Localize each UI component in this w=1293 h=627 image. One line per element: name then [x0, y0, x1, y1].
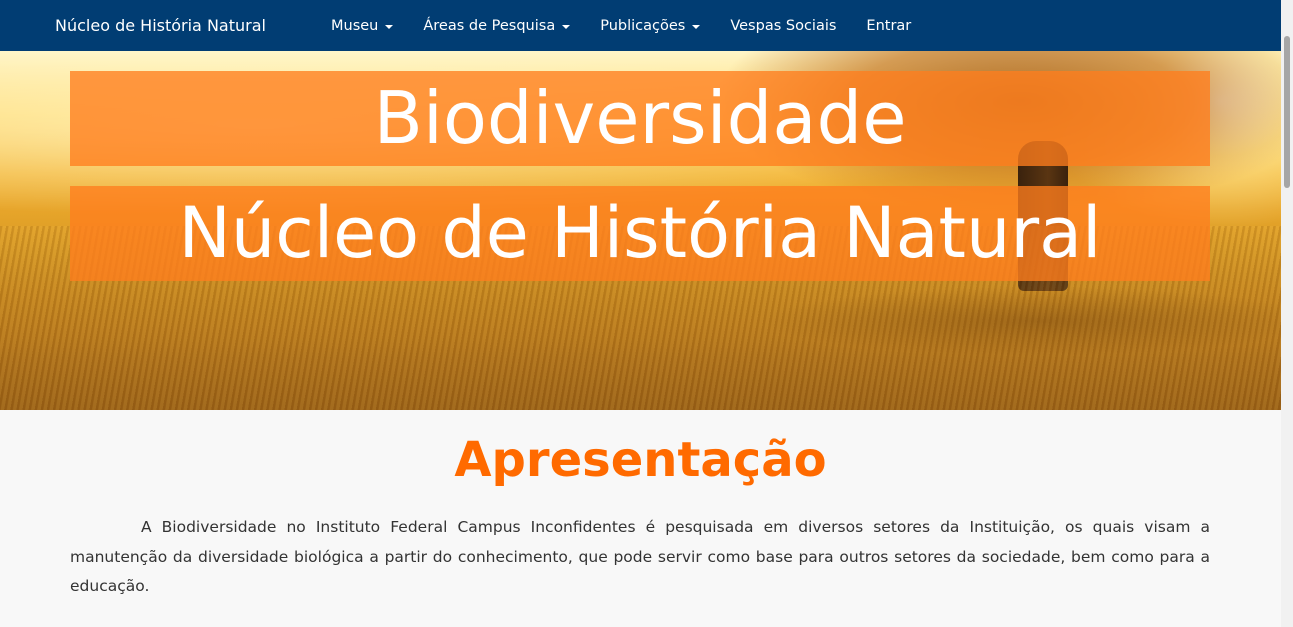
nav-item-museu[interactable]: Museu [331, 17, 394, 34]
nav-item-label: Publicações [600, 17, 686, 34]
top-navbar: Núcleo de História Natural Museu Áreas d… [0, 0, 1281, 51]
section-title: Apresentação [454, 432, 827, 488]
intro-paragraph: A Biodiversidade no Instituto Federal Ca… [70, 518, 1210, 595]
nav-menu: Museu Áreas de Pesquisa Publicações Vesp… [331, 18, 941, 34]
nav-item-label: Áreas de Pesquisa [423, 17, 556, 34]
nav-item-publicacoes[interactable]: Publicações [600, 17, 701, 34]
brand-link[interactable]: Núcleo de História Natural [55, 16, 331, 35]
nav-item-vespas-sociais[interactable]: Vespas Sociais [730, 18, 836, 34]
hero-banner-image: Biodiversidade Núcleo de História Natura… [0, 51, 1281, 410]
nav-item-label: Entrar [866, 17, 912, 34]
nav-item-label: Vespas Sociais [730, 17, 837, 34]
caret-down-icon [692, 24, 701, 29]
hero-title: Biodiversidade [70, 71, 1210, 166]
nav-item-entrar[interactable]: Entrar [866, 18, 911, 34]
tree-shadow [760, 286, 1281, 356]
caret-down-icon [385, 24, 394, 29]
hero-subtitle: Núcleo de História Natural [70, 186, 1210, 281]
scrollbar-thumb[interactable] [1284, 36, 1290, 188]
caret-down-icon [562, 24, 571, 29]
page: Núcleo de História Natural Museu Áreas d… [0, 0, 1293, 627]
nav-item-label: Museu [331, 17, 379, 34]
nav-item-areas-de-pesquisa[interactable]: Áreas de Pesquisa [423, 17, 571, 34]
page-scrollbar[interactable] [1281, 0, 1293, 627]
